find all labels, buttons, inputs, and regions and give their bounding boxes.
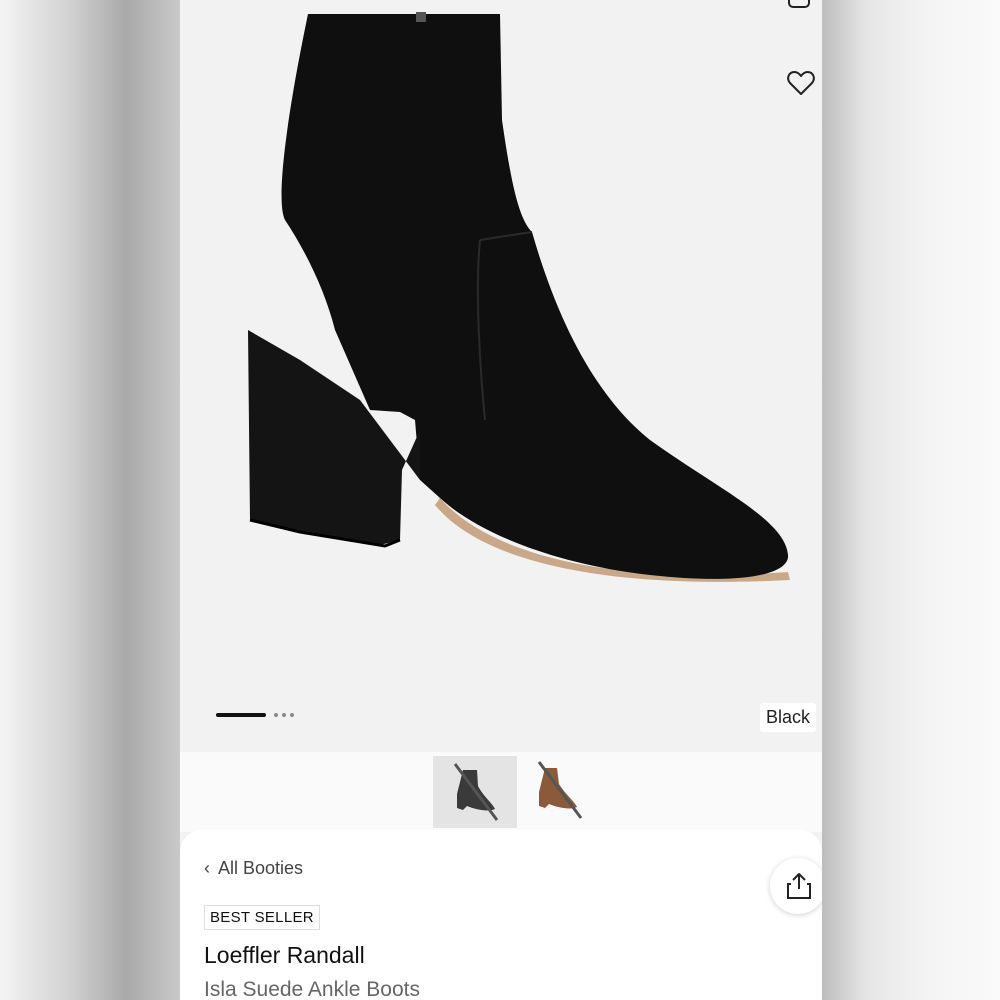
- thumbnail-black[interactable]: [433, 756, 517, 828]
- share-button[interactable]: [770, 858, 822, 914]
- breadcrumb[interactable]: ‹ All Booties: [204, 858, 303, 879]
- slide-dot: [274, 713, 278, 717]
- share-icon: [787, 873, 811, 899]
- product-image: [248, 12, 790, 582]
- bag-icon[interactable]: [788, 0, 810, 8]
- product-image-gallery[interactable]: Black: [180, 0, 822, 752]
- background-right: [822, 0, 1000, 1000]
- product-details-sheet: ‹ All Booties BEST SELLER Loeffler Randal…: [180, 830, 822, 1000]
- slide-dot: [290, 713, 294, 717]
- brand-name[interactable]: Loeffler Randall: [204, 942, 365, 969]
- thumbnail-brown[interactable]: [519, 756, 603, 828]
- slide-dot-active: [216, 713, 266, 717]
- product-page: Black ‹ All Booties BEST SELLER Loeffler…: [180, 0, 822, 1000]
- color-thumbnails: [180, 752, 822, 832]
- chevron-left-icon: ‹: [204, 858, 210, 878]
- heart-icon[interactable]: [786, 68, 816, 98]
- selected-color-label: Black: [760, 703, 817, 732]
- slide-dot: [282, 713, 286, 717]
- best-seller-badge: BEST SELLER: [204, 905, 320, 930]
- product-name: Isla Suede Ankle Boots: [204, 978, 420, 1000]
- background-left: [0, 0, 180, 1000]
- breadcrumb-label: All Booties: [218, 858, 304, 878]
